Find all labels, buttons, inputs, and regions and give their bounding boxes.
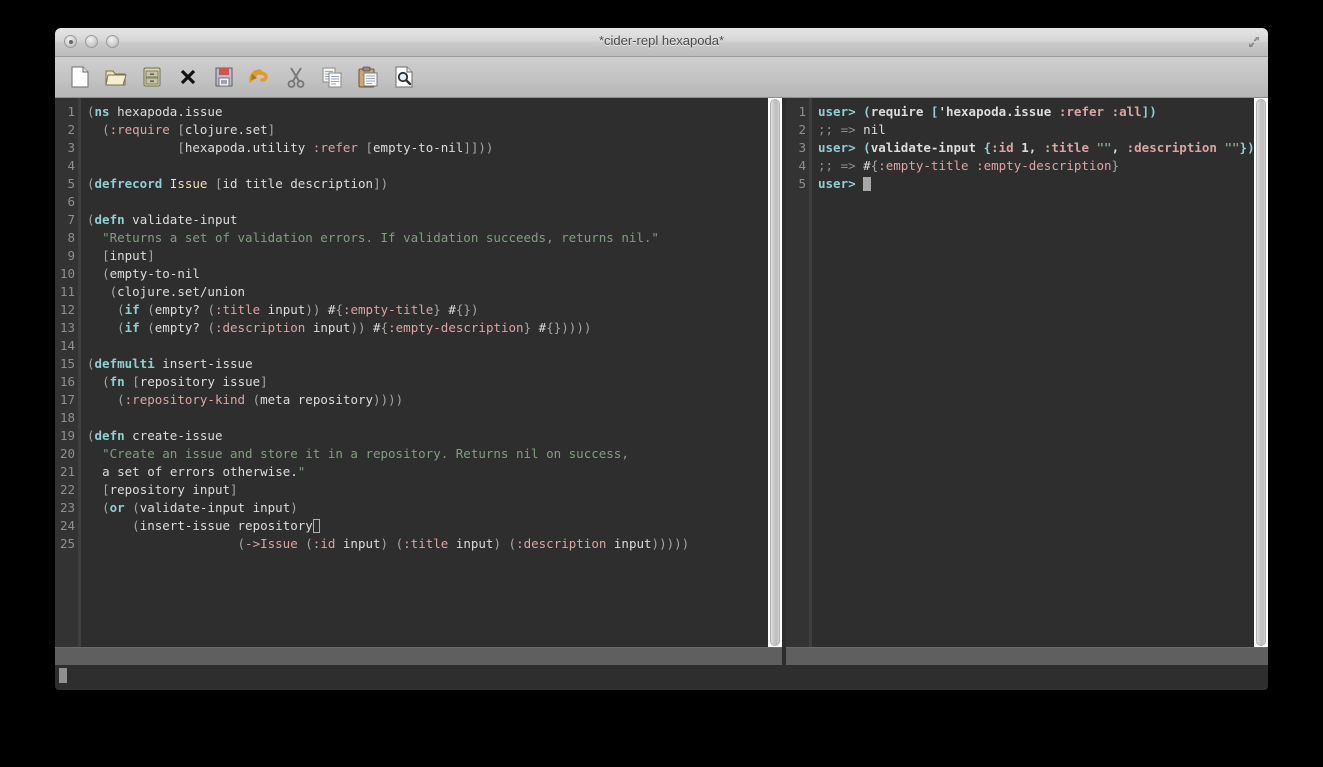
- code-line: (clojure.set/union: [109, 284, 246, 299]
- code-line: (defn create-issue: [87, 428, 223, 443]
- minibuffer-cursor: [59, 668, 67, 683]
- code-line: [repository input]: [102, 482, 238, 497]
- desktop-background: *cider-repl hexapoda* 1 2 3 4 5 6 7 8 9 …: [0, 0, 1323, 767]
- cut-button[interactable]: [283, 64, 309, 90]
- code-line: (fn [repository issue]: [102, 374, 268, 389]
- emacs-toolbar: [55, 57, 1268, 98]
- repl-line-numbers: 1 2 3 4 5: [786, 98, 812, 647]
- line-number: 4: [67, 158, 75, 173]
- line-number: 22: [59, 482, 75, 497]
- line-number: 16: [59, 374, 75, 389]
- repl-pane: 1 2 3 4 5 user> (require ['hexapoda.issu…: [786, 98, 1268, 690]
- line-number: 3: [798, 140, 806, 155]
- fullscreen-icon[interactable]: [1246, 34, 1262, 50]
- repl-scrollbar[interactable]: [1254, 98, 1268, 647]
- code-line: (ns hexapoda.issue: [87, 104, 223, 119]
- source-pane: 1 2 3 4 5 6 7 8 9 10 11 12 13 14 15 16 1…: [55, 98, 782, 690]
- code-line: "Returns a set of validation errors. If …: [102, 230, 659, 245]
- code-line: (:require [clojure.set]: [102, 122, 276, 137]
- line-number: 20: [59, 446, 75, 461]
- code-line: [hexapoda.utility :refer [empty-to-nil]]…: [177, 140, 494, 155]
- repl-line: ;; => #{:empty-title :empty-description}: [818, 158, 1120, 173]
- line-number: 5: [798, 176, 806, 191]
- open-file-button[interactable]: [103, 64, 129, 90]
- code-line: (if (empty? (:description input)) #{:emp…: [117, 320, 592, 335]
- line-number: 8: [67, 230, 75, 245]
- paste-button[interactable]: [355, 64, 381, 90]
- repl-buffer[interactable]: 1 2 3 4 5 user> (require ['hexapoda.issu…: [786, 98, 1268, 647]
- repl-output-text[interactable]: user> (require ['hexapoda.issue :refer :…: [812, 98, 1254, 647]
- line-number: 13: [59, 320, 75, 335]
- line-number: 11: [59, 284, 75, 299]
- code-line: a set of errors otherwise.": [102, 464, 306, 479]
- repl-scrollbar-thumb[interactable]: [1256, 99, 1266, 646]
- line-number: 10: [59, 266, 75, 281]
- line-number: 2: [798, 122, 806, 137]
- line-number: 14: [59, 338, 75, 353]
- window-titlebar: *cider-repl hexapoda*: [55, 28, 1268, 57]
- source-buffer[interactable]: 1 2 3 4 5 6 7 8 9 10 11 12 13 14 15 16 1…: [55, 98, 782, 647]
- line-number: 23: [59, 500, 75, 515]
- line-number: 1: [67, 104, 75, 119]
- line-number: 1: [798, 104, 806, 119]
- window-title: *cider-repl hexapoda*: [598, 33, 725, 48]
- code-line: (defrecord Issue [id title description]): [87, 176, 389, 191]
- undo-button[interactable]: [247, 64, 273, 90]
- source-line-numbers: 1 2 3 4 5 6 7 8 9 10 11 12 13 14 15 16 1…: [55, 98, 81, 647]
- emacs-frame: 1 2 3 4 5 6 7 8 9 10 11 12 13 14 15 16 1…: [55, 98, 1268, 690]
- close-buffer-button[interactable]: [175, 64, 201, 90]
- line-number: 4: [798, 158, 806, 173]
- new-file-button[interactable]: [67, 64, 93, 90]
- repl-line: user> (validate-input {:id 1, :title "",…: [818, 140, 1254, 155]
- repl-line: user>: [818, 175, 1254, 193]
- code-line: (insert-issue repository: [87, 517, 768, 535]
- code-line: "Create an issue and store it in a repos…: [102, 446, 629, 461]
- line-number: 24: [59, 518, 75, 533]
- code-line: (defmulti insert-issue: [87, 356, 253, 371]
- line-number: 15: [59, 356, 75, 371]
- line-number: 21: [59, 464, 75, 479]
- line-number: 25: [59, 536, 75, 551]
- minibuffer[interactable]: [55, 665, 782, 690]
- line-number: 9: [67, 248, 75, 263]
- code-line: (:repository-kind (meta repository)))): [117, 392, 404, 407]
- repl-line: user> (require ['hexapoda.issue :refer :…: [818, 104, 1157, 119]
- code-line: [input]: [102, 248, 155, 263]
- line-number: 12: [59, 302, 75, 317]
- line-number: 17: [59, 392, 75, 407]
- search-button[interactable]: [391, 64, 417, 90]
- dired-button[interactable]: [139, 64, 165, 90]
- line-number: 6: [67, 194, 75, 209]
- line-number: 5: [67, 176, 75, 191]
- save-button[interactable]: [211, 64, 237, 90]
- line-number: 19: [59, 428, 75, 443]
- repl-modeline: -:**- *cider-repl hexapoda* All L5 (REPL…: [786, 647, 1268, 665]
- code-line: (or (validate-input input): [102, 500, 298, 515]
- repl-line: ;; => nil: [818, 122, 886, 137]
- line-number: 18: [59, 410, 75, 425]
- source-scrollbar[interactable]: [768, 98, 782, 647]
- line-number: 7: [67, 212, 75, 227]
- line-number: 3: [67, 140, 75, 155]
- source-modeline: -:--- issue.clj All L24 Git:master (Cloj…: [55, 647, 782, 665]
- repl-minibuffer[interactable]: [786, 665, 1268, 690]
- copy-button[interactable]: [319, 64, 345, 90]
- line-number: 2: [67, 122, 75, 137]
- emacs-window: *cider-repl hexapoda* 1 2 3 4 5 6 7 8 9 …: [55, 28, 1268, 690]
- code-line: (defn validate-input: [87, 212, 238, 227]
- code-line: (empty-to-nil: [102, 266, 200, 281]
- source-code-text[interactable]: (ns hexapoda.issue (:require [clojure.se…: [81, 98, 768, 647]
- code-line: (if (empty? (:title input)) #{:empty-tit…: [117, 302, 479, 317]
- source-scrollbar-thumb[interactable]: [770, 99, 780, 646]
- code-line: (->Issue (:id input) (:title input) (:de…: [237, 536, 690, 551]
